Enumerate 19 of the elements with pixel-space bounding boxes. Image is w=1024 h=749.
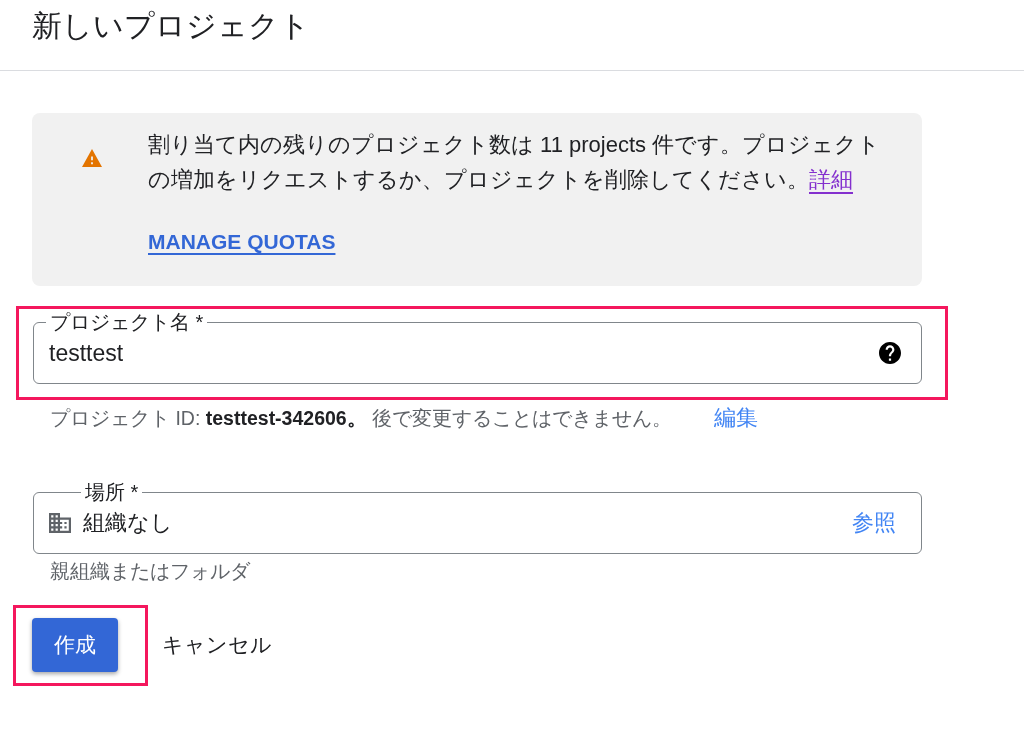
manage-quotas-link[interactable]: MANAGE QUOTAS (148, 229, 336, 254)
field-value: 組織なし (83, 509, 174, 537)
text-field[interactable]: プロジェクト名 * testtest (33, 310, 922, 384)
create-button[interactable]: 作成 (32, 618, 118, 672)
text-input[interactable]: testtest (49, 337, 879, 369)
details-link[interactable]: 詳細 (809, 167, 853, 192)
quota-message: 割り当て内の残りのプロジェクト数は 11 projects 件です。プロジェクトの増加をリクエストするか、プロジェクトを削除してください。詳細 (148, 131, 882, 194)
page-title: 新しいプロジェクト (32, 8, 310, 44)
field-label: 場所 * (84, 480, 140, 504)
field-label: プロジェクト名 * (49, 310, 205, 334)
building-icon (49, 513, 71, 533)
field-hint: プロジェクト ID: testtest-342606。 後で変更することはできません。 (50, 406, 673, 430)
location-field[interactable]: 場所 * 組織なし 参照 (33, 480, 922, 554)
field-hint: 親組織またはフォルダ (50, 559, 250, 583)
cancel-button[interactable]: キャンセル (154, 623, 280, 667)
help-icon (879, 342, 901, 364)
warning-icon (82, 149, 102, 167)
browse-link[interactable]: 参照 (852, 509, 896, 537)
edit-link[interactable]: 編集 (714, 405, 759, 431)
